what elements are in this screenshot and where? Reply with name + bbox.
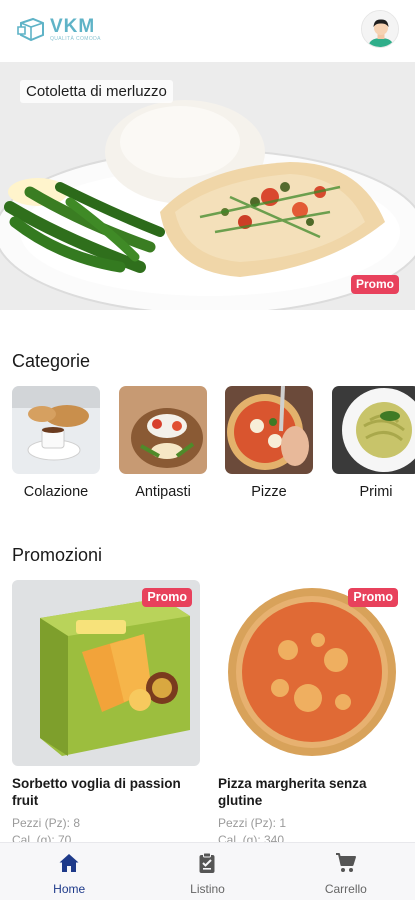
category-image [225,386,313,474]
category-label: Pizze [251,484,287,500]
promo-badge: Promo [142,588,192,607]
category-primi[interactable]: Primi [332,386,415,500]
product-calories: Cal. (g): 340 [218,833,285,842]
categories-title: Categorie [12,351,91,371]
promo-card[interactable]: Promo Sorbetto voglia di passion fruit P… [12,580,200,842]
product-pieces: Pezzi (Pz): 1 [218,816,287,830]
product-calories: Cal. (g): 70 [12,833,72,842]
product-name: Pizza margherita senza glutine [218,776,367,808]
nav-item-listino[interactable]: Listino [138,843,276,900]
promotions-carousel[interactable]: Promo Sorbetto voglia di passion fruit P… [12,580,415,842]
hero-title: Cotoletta di merluzzo [20,80,173,103]
category-image [332,386,415,474]
logo-text: VKM [50,15,96,37]
category-label: Colazione [23,484,89,500]
nav-label: Listino [190,882,225,896]
product-pieces: Pezzi (Pz): 8 [12,816,81,830]
logo-subtitle: QUALITÀ COMODA [50,35,101,42]
nav-label: Home [53,882,86,896]
clipboard-icon [199,852,215,873]
promo-badge: Promo [348,588,398,607]
category-colazione[interactable]: Colazione [12,386,100,500]
nav-label: Carrello [324,882,367,896]
nav-item-home[interactable]: Home [0,843,138,900]
product-image: Promo [12,580,200,766]
product-name: Sorbetto voglia di passion fruit [12,776,181,808]
app-header: VKM QUALITÀ COMODA [0,0,415,62]
category-antipasti[interactable]: Antipasti [119,386,207,500]
app-logo[interactable]: VKM QUALITÀ COMODA [16,16,101,42]
logo-cube-icon [17,17,44,42]
cart-icon [335,853,356,872]
avatar[interactable] [361,10,399,48]
promo-badge: Promo [350,275,399,294]
home-icon [59,854,79,872]
category-label: Primi [359,484,393,500]
nav-item-carrello[interactable]: Carrello [277,843,415,900]
user-avatar-icon [362,11,398,47]
category-label: Antipasti [135,484,191,500]
bottom-navigation: Home Listino Carrello [0,842,415,900]
category-image [12,386,100,474]
promo-card[interactable]: Promo Pizza margherita senza glutine Pez… [218,580,406,842]
promotions-title: Promozioni [12,545,103,565]
category-pizze[interactable]: Pizze [225,386,313,500]
product-image: Promo [218,580,406,766]
hero-banner[interactable]: Cotoletta di merluzzo Promo [0,62,415,310]
category-image [119,386,207,474]
categories-carousel[interactable]: Colazione Antipasti Pizze Primi [12,386,415,504]
